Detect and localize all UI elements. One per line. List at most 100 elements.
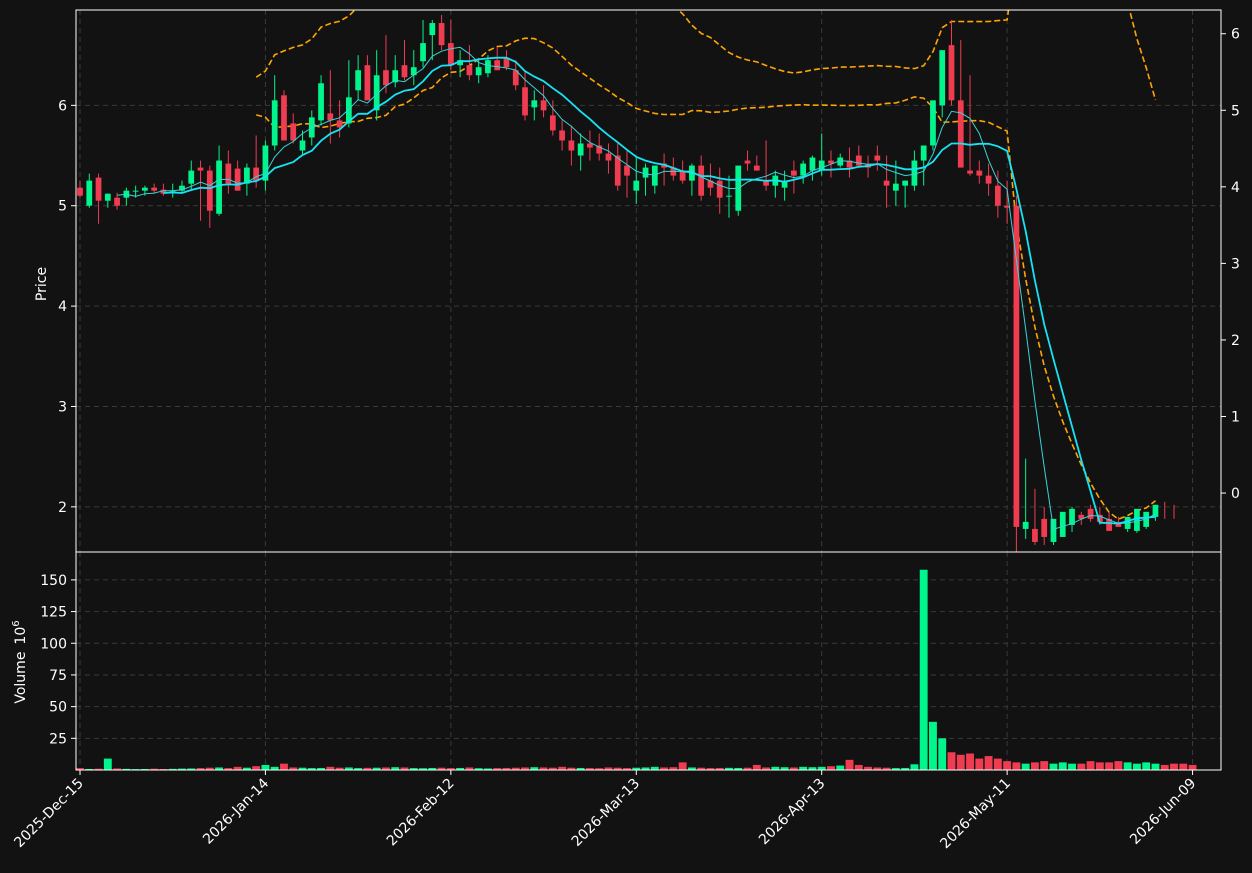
- candle-body: [930, 100, 936, 146]
- candle-body: [77, 187, 83, 196]
- candle-body: [624, 165, 630, 176]
- candle-body: [104, 193, 111, 201]
- volume-bar: [252, 766, 261, 770]
- candle-body: [336, 120, 343, 128]
- candle-body: [485, 60, 491, 74]
- candle-body: [86, 180, 93, 206]
- volume-bar: [1012, 762, 1021, 770]
- candle-body: [522, 87, 528, 116]
- volume-bar: [1077, 763, 1086, 770]
- volume-bar: [984, 756, 993, 770]
- secondary-tick-label: 0: [1231, 486, 1240, 502]
- candle-body: [883, 180, 890, 186]
- candle-body: [800, 163, 807, 176]
- candle-body: [939, 50, 946, 106]
- candle-body: [948, 45, 955, 101]
- volume-bar: [1068, 763, 1076, 770]
- volume-bar: [929, 721, 937, 770]
- candle-body: [151, 187, 158, 191]
- candle-body: [466, 65, 473, 76]
- candle-body: [577, 143, 584, 156]
- candle-body: [1134, 508, 1140, 531]
- candle-body: [290, 123, 297, 141]
- candle-body: [716, 180, 723, 198]
- candle-body: [920, 145, 927, 161]
- candle-body: [698, 165, 705, 196]
- volume-bar: [919, 569, 928, 770]
- volume-bar: [1086, 761, 1095, 770]
- candle-body: [299, 140, 306, 151]
- candle-body: [234, 168, 241, 191]
- candle-body: [401, 65, 408, 78]
- volume-bar: [678, 762, 687, 770]
- price-tick-label: 5: [58, 199, 67, 215]
- volume-bar: [1114, 761, 1123, 770]
- volume-bar: [1049, 763, 1058, 770]
- volume-bar: [1003, 761, 1012, 770]
- volume-bar: [1188, 764, 1197, 770]
- candle-body: [633, 180, 640, 191]
- volume-bar: [956, 754, 965, 770]
- candle-body: [188, 170, 195, 184]
- volume-bar: [1040, 761, 1049, 770]
- candle-body: [197, 167, 204, 171]
- chart-background: [0, 0, 1252, 873]
- candle-body: [1013, 205, 1020, 527]
- candle-body: [892, 183, 899, 191]
- candle-body: [1041, 518, 1048, 537]
- candle-body: [791, 170, 797, 176]
- volume-bar: [1030, 762, 1039, 770]
- candle-body: [253, 167, 260, 181]
- secondary-tick-label: 1: [1231, 410, 1240, 426]
- secondary-tick-label: 5: [1231, 103, 1240, 119]
- candle-body: [318, 83, 324, 121]
- candle-body: [475, 67, 482, 76]
- volume-bar: [1132, 763, 1141, 770]
- candle-body: [225, 163, 232, 184]
- candle-body: [95, 177, 102, 201]
- candle-body: [651, 165, 658, 186]
- candle-body: [1022, 521, 1029, 529]
- candle-body: [216, 160, 222, 214]
- volume-bar: [910, 764, 919, 770]
- price-tick-label: 6: [58, 98, 67, 114]
- volume-bar: [845, 759, 854, 770]
- volume-bar: [993, 758, 1002, 770]
- candle-body: [902, 180, 909, 186]
- candle-body: [114, 197, 120, 206]
- volume-tick-label: 125: [40, 605, 67, 621]
- candle-body: [1087, 508, 1094, 519]
- volume-tick-label: 75: [49, 668, 67, 684]
- candle-body: [568, 140, 575, 151]
- candle-body: [281, 95, 287, 141]
- volume-bar: [1021, 763, 1030, 770]
- volume-bar: [1105, 762, 1114, 770]
- volume-bar: [1160, 764, 1169, 770]
- volume-bar: [261, 764, 270, 770]
- candle-body: [429, 23, 436, 36]
- candle-body: [142, 187, 148, 191]
- candle-body: [985, 175, 992, 184]
- candle-body: [364, 65, 371, 101]
- volume-bar: [854, 764, 863, 770]
- secondary-tick-label: 2: [1231, 333, 1240, 349]
- volume-bar: [1058, 762, 1067, 770]
- volume-bar: [1142, 762, 1151, 770]
- volume-bar: [752, 764, 761, 770]
- candle-body: [355, 70, 362, 91]
- candle-body: [447, 43, 454, 66]
- candle-body: [531, 100, 538, 108]
- candle-body: [271, 100, 278, 146]
- volume-bar: [975, 758, 984, 770]
- candle-body: [874, 155, 881, 161]
- candle-body: [605, 153, 612, 161]
- candle-body: [549, 115, 556, 131]
- price-tick-label: 2: [58, 500, 67, 516]
- candle-body: [438, 23, 445, 46]
- volume-tick-label: 50: [49, 700, 67, 716]
- volume-bar: [103, 758, 112, 770]
- secondary-tick-label: 3: [1231, 256, 1240, 272]
- candle-body: [1032, 528, 1038, 542]
- volume-bar: [947, 752, 956, 770]
- candlestick-chart: 2345601234562550751001251502025-Dec-15 20…: [0, 0, 1252, 873]
